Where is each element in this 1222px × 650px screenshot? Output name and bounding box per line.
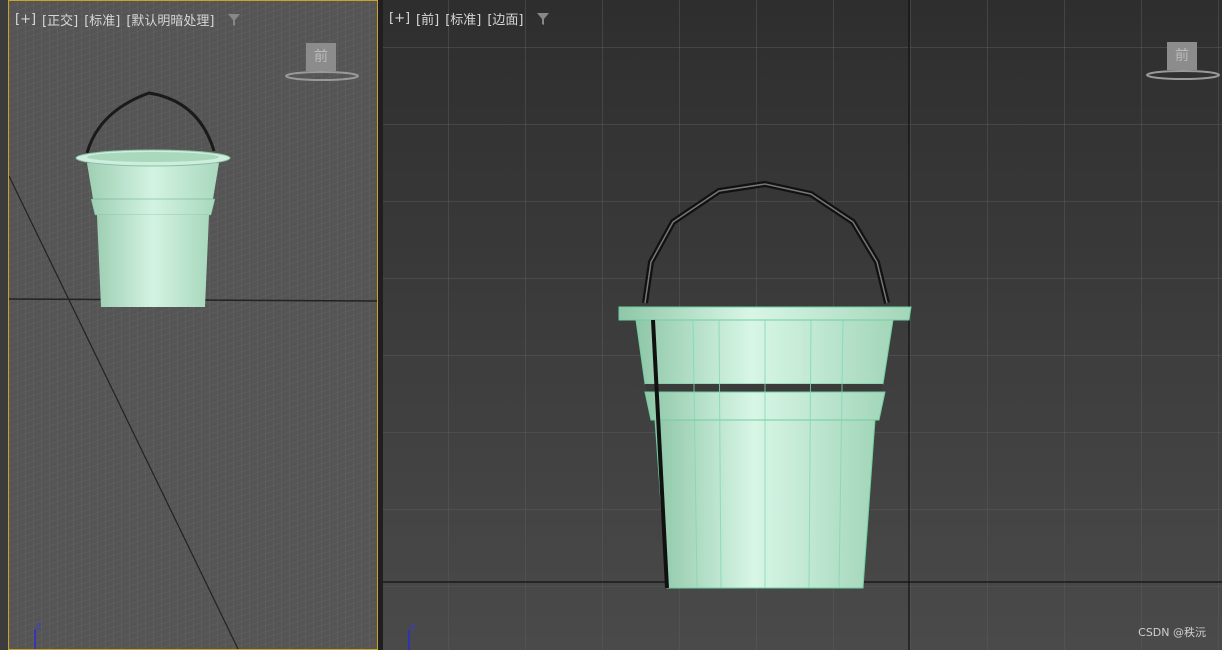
axis-label: z bbox=[36, 621, 41, 632]
watermark: CSDN @秩沅 bbox=[1138, 626, 1206, 639]
view-cube-face[interactable]: 前 bbox=[1167, 42, 1197, 70]
viewport-front[interactable]: [+] [前] [标准] [边面] 前 z CSDN @秩沅 bbox=[383, 0, 1222, 650]
shading-mode-button[interactable]: [标准] bbox=[445, 9, 481, 28]
filter-icon[interactable] bbox=[227, 13, 241, 27]
view-cube-face[interactable]: 前 bbox=[306, 43, 336, 71]
orthographic-scene bbox=[9, 1, 377, 649]
viewport-label-bar: [+] [前] [标准] [边面] bbox=[389, 9, 550, 28]
viewport-orthographic[interactable]: [+] [正交] [标准] [默认明暗处理] 前 z bbox=[8, 0, 378, 650]
lighting-mode-button[interactable]: [默认明暗处理] bbox=[126, 10, 214, 29]
view-cube[interactable]: 前 bbox=[1145, 42, 1222, 92]
axis-gizmo-icon: z bbox=[34, 621, 41, 649]
shading-mode-button[interactable]: [标准] bbox=[84, 10, 120, 29]
viewport-menu-button[interactable]: [+] bbox=[389, 11, 410, 26]
view-cube-ring-icon[interactable] bbox=[1145, 70, 1222, 84]
view-mode-button[interactable]: [前] bbox=[416, 9, 439, 28]
viewport-menu-button[interactable]: [+] bbox=[15, 12, 36, 27]
display-mode-button[interactable]: [边面] bbox=[487, 9, 523, 28]
viewport-label-bar: [+] [正交] [标准] [默认明暗处理] bbox=[15, 10, 241, 29]
view-cube-ring-icon[interactable] bbox=[284, 71, 364, 85]
axis-gizmo-icon: z bbox=[408, 622, 415, 650]
view-cube[interactable]: 前 bbox=[284, 43, 364, 93]
front-scene bbox=[383, 0, 1222, 650]
axis-label: z bbox=[410, 622, 415, 633]
filter-icon[interactable] bbox=[536, 12, 550, 26]
left-tool-strip bbox=[0, 0, 8, 650]
view-mode-button[interactable]: [正交] bbox=[42, 10, 78, 29]
